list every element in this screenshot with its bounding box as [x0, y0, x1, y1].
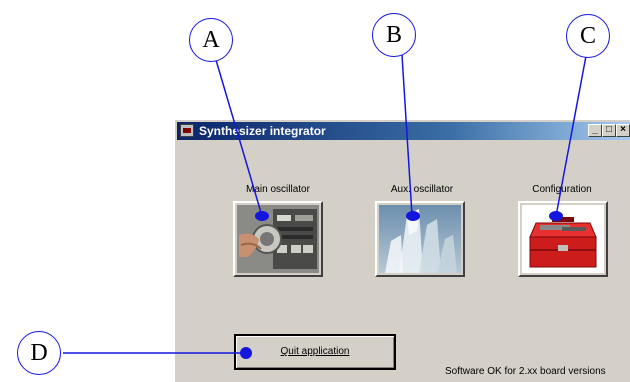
aux-oscillator-button[interactable]: [375, 201, 465, 277]
configuration-label: Configuration: [532, 184, 592, 195]
close-button[interactable]: ×: [616, 124, 630, 137]
configuration-button[interactable]: [518, 201, 608, 277]
quit-application-label: Quit application: [280, 346, 350, 357]
window-title: Synthesizer integrator: [199, 124, 326, 138]
callout-b: B: [372, 13, 416, 57]
status-text: Software OK for 2.xx board versions: [445, 366, 606, 377]
main-oscillator-label: Main oscillator: [246, 184, 310, 195]
callout-d: D: [17, 331, 61, 375]
oscillator-dial-icon: [237, 205, 319, 273]
minimize-button[interactable]: _: [588, 124, 602, 137]
callout-a: A: [189, 18, 233, 62]
aux-oscillator-label: Aux. oscillator: [390, 184, 454, 195]
quit-application-button[interactable]: Quit application: [234, 334, 396, 370]
window-controls: _ □ ×: [588, 124, 630, 137]
main-oscillator-button[interactable]: [233, 201, 323, 277]
maximize-button[interactable]: □: [602, 124, 616, 137]
title-bar[interactable]: Synthesizer integrator _ □ ×: [177, 122, 630, 140]
app-icon: [180, 124, 194, 137]
callout-c: C: [566, 14, 610, 58]
toolbox-icon: [522, 205, 604, 273]
crystal-icon: [379, 205, 461, 273]
